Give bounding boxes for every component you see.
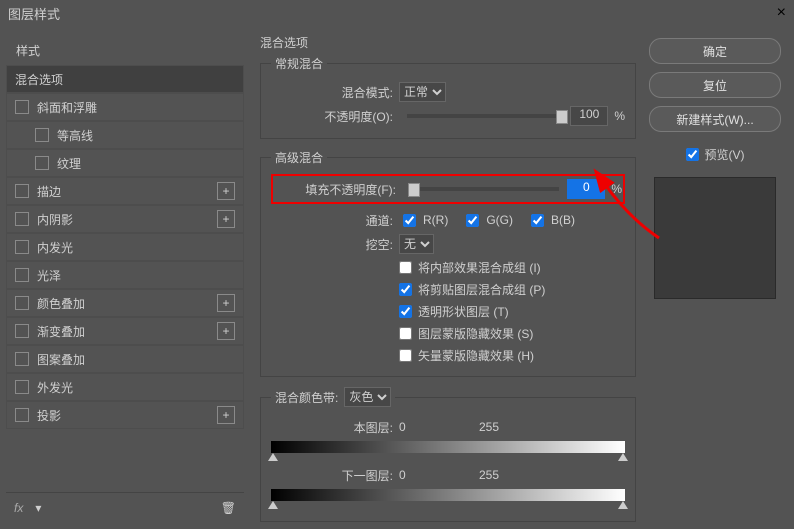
this-layer-gradient[interactable] xyxy=(271,441,625,453)
sidebar-item-label: 纹理 xyxy=(57,155,235,172)
fill-opacity-slider[interactable] xyxy=(410,187,559,191)
next-layer-label: 下一图层: xyxy=(271,467,399,484)
channel-b[interactable]: B(B) xyxy=(527,211,575,230)
normal-blend-group: 常规混合 混合模式: 正常 不透明度(O): 100 % xyxy=(260,55,636,139)
sidebar-item-label: 外发光 xyxy=(37,379,235,396)
blendif-legend: 混合颜色带: xyxy=(275,389,338,406)
normal-legend: 常规混合 xyxy=(271,55,327,72)
sidebar-item[interactable]: 光泽 xyxy=(6,261,244,289)
sidebar-item[interactable]: 图案叠加 xyxy=(6,345,244,373)
preview-checkbox[interactable]: 预览(V) xyxy=(686,146,745,163)
sidebar-item[interactable]: 斜面和浮雕 xyxy=(6,93,244,121)
advanced-blend-group: 高级混合 填充不透明度(F): 0 % 通道: R(R) G(G) B(B) xyxy=(260,149,636,377)
plus-icon[interactable]: + xyxy=(217,322,235,340)
chevron-down-icon[interactable]: ▾ xyxy=(35,501,41,515)
next-layer-gradient[interactable] xyxy=(271,489,625,501)
sidebar-item-label: 光泽 xyxy=(37,267,235,284)
sidebar-item-label: 投影 xyxy=(37,407,217,424)
sidebar-item[interactable]: 混合选项 xyxy=(6,65,244,93)
sidebar-item[interactable]: 外发光 xyxy=(6,373,244,401)
sidebar-item-label: 内阴影 xyxy=(37,211,217,228)
sidebar-item[interactable]: 等高线 xyxy=(6,121,244,149)
opacity-pct: % xyxy=(614,109,625,123)
advanced-option[interactable]: 将内部效果混合成组 (I) xyxy=(399,256,625,278)
plus-icon[interactable]: + xyxy=(217,294,235,312)
sidebar-item-label: 渐变叠加 xyxy=(37,323,217,340)
blendif-select[interactable]: 灰色 xyxy=(344,387,391,407)
blend-mode-select[interactable]: 正常 xyxy=(399,82,446,102)
sidebar-footer: fx ▾ 🗑 xyxy=(6,492,244,523)
sidebar-item-label: 颜色叠加 xyxy=(37,295,217,312)
fx-icon[interactable]: fx xyxy=(14,501,23,515)
sidebar-item[interactable]: 渐变叠加+ xyxy=(6,317,244,345)
sidebar-item-label: 等高线 xyxy=(57,127,235,144)
blend-mode-label: 混合模式: xyxy=(271,84,399,101)
sidebar-item[interactable]: 投影+ xyxy=(6,401,244,429)
checkbox-icon[interactable] xyxy=(15,268,29,282)
checkbox-icon[interactable] xyxy=(35,156,49,170)
knockout-select[interactable]: 无 xyxy=(399,234,434,254)
checkbox-icon[interactable] xyxy=(15,240,29,254)
plus-icon[interactable]: + xyxy=(217,182,235,200)
advanced-legend: 高级混合 xyxy=(271,149,327,166)
channel-r[interactable]: R(R) xyxy=(399,211,448,230)
knockout-label: 挖空: xyxy=(271,236,399,253)
sidebar-item[interactable]: 描边+ xyxy=(6,177,244,205)
options-title: 混合选项 xyxy=(260,34,636,51)
channel-label: 通道: xyxy=(271,212,399,229)
this-layer-label: 本图层: xyxy=(271,419,399,436)
sidebar-item-label: 图案叠加 xyxy=(37,351,235,368)
sidebar-item-label: 内发光 xyxy=(37,239,235,256)
checkbox-icon[interactable] xyxy=(35,128,49,142)
ok-button[interactable]: 确定 xyxy=(649,38,781,64)
sidebar-item[interactable]: 内发光 xyxy=(6,233,244,261)
close-icon[interactable]: × xyxy=(777,4,786,22)
opacity-label: 不透明度(O): xyxy=(271,108,399,125)
sidebar-item-label: 斜面和浮雕 xyxy=(37,99,235,116)
checkbox-icon[interactable] xyxy=(15,184,29,198)
fill-opacity-input[interactable]: 0 xyxy=(567,179,605,199)
sidebar-title: 样式 xyxy=(6,36,244,65)
plus-icon[interactable]: + xyxy=(217,210,235,228)
advanced-option[interactable]: 将剪贴图层混合成组 (P) xyxy=(399,278,625,300)
sidebar-item[interactable]: 内阴影+ xyxy=(6,205,244,233)
checkbox-icon[interactable] xyxy=(15,380,29,394)
blendif-group: 混合颜色带: 灰色 本图层: 0 255 下一图层: 0 255 xyxy=(260,387,636,522)
styles-sidebar: 样式 混合选项斜面和浮雕等高线纹理描边+内阴影+内发光光泽颜色叠加+渐变叠加+图… xyxy=(0,26,250,529)
fill-pct: % xyxy=(611,182,622,196)
highlight-box: 填充不透明度(F): 0 % xyxy=(271,174,625,204)
checkbox-icon[interactable] xyxy=(15,296,29,310)
checkbox-icon[interactable] xyxy=(15,408,29,422)
new-style-button[interactable]: 新建样式(W)... xyxy=(649,106,781,132)
opacity-slider[interactable] xyxy=(407,114,562,118)
sidebar-item[interactable]: 颜色叠加+ xyxy=(6,289,244,317)
sidebar-item-label: 描边 xyxy=(37,183,217,200)
checkbox-icon[interactable] xyxy=(15,352,29,366)
plus-icon[interactable]: + xyxy=(217,406,235,424)
checkbox-icon[interactable] xyxy=(15,212,29,226)
sidebar-item-label: 混合选项 xyxy=(15,71,235,88)
advanced-option[interactable]: 图层蒙版隐藏效果 (S) xyxy=(399,322,625,344)
opacity-input[interactable]: 100 xyxy=(570,106,608,126)
advanced-option[interactable]: 透明形状图层 (T) xyxy=(399,300,625,322)
checkbox-icon[interactable] xyxy=(15,324,29,338)
options-panel: 混合选项 常规混合 混合模式: 正常 不透明度(O): 100 % 高级混合 xyxy=(260,34,636,521)
window-title: 图层样式 xyxy=(8,4,60,23)
sidebar-item[interactable]: 纹理 xyxy=(6,149,244,177)
reset-button[interactable]: 复位 xyxy=(649,72,781,98)
fill-opacity-label: 填充不透明度(F): xyxy=(274,181,402,198)
advanced-option[interactable]: 矢量蒙版隐藏效果 (H) xyxy=(399,344,625,366)
preview-box xyxy=(654,177,776,299)
checkbox-icon[interactable] xyxy=(15,100,29,114)
trash-icon[interactable]: 🗑 xyxy=(221,501,236,515)
channel-g[interactable]: G(G) xyxy=(462,211,513,230)
